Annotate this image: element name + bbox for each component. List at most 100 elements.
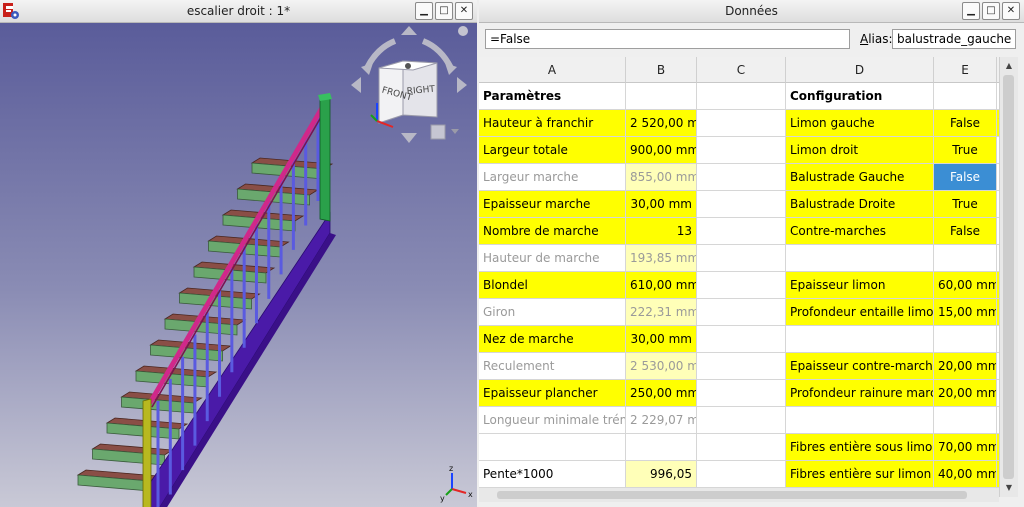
view-cube-icon[interactable] bbox=[430, 124, 446, 140]
maximize-button[interactable]: □ bbox=[982, 2, 1000, 20]
cell-b4[interactable]: 855,00 mm bbox=[626, 164, 697, 191]
cell-b15[interactable]: 996,05 bbox=[626, 461, 697, 488]
view-down-arrow-icon[interactable] bbox=[401, 133, 417, 143]
cell-a12[interactable]: Epaisseur plancher bbox=[479, 380, 626, 407]
cell-a11[interactable]: Reculement bbox=[479, 353, 626, 380]
minimize-button[interactable]: ▁ bbox=[962, 2, 980, 20]
cell-a6[interactable]: Nombre de marche bbox=[479, 218, 626, 245]
3d-viewport[interactable]: FRONT RIGHT z x y bbox=[0, 23, 477, 507]
cell-b1[interactable] bbox=[626, 83, 697, 110]
cell-c2[interactable] bbox=[697, 110, 786, 137]
bottom-newel-post[interactable] bbox=[142, 398, 152, 507]
cell-a10[interactable]: Nez de marche bbox=[479, 326, 626, 353]
view-menu-dot-icon[interactable] bbox=[458, 26, 468, 36]
cell-c10[interactable] bbox=[697, 326, 786, 353]
horizontal-scrollbar[interactable] bbox=[479, 488, 999, 502]
cell-c15[interactable] bbox=[697, 461, 786, 488]
cell-e4[interactable]: False bbox=[934, 164, 997, 191]
vertical-scrollbar[interactable]: ▲ ▼ bbox=[999, 57, 1018, 497]
cell-c1[interactable] bbox=[697, 83, 786, 110]
cell-d7[interactable] bbox=[786, 245, 934, 272]
cell-c13[interactable] bbox=[697, 407, 786, 434]
cell-d9[interactable]: Profondeur entaille limon bbox=[786, 299, 934, 326]
cell-c6[interactable] bbox=[697, 218, 786, 245]
cell-b12[interactable]: 250,00 mm bbox=[626, 380, 697, 407]
cell-d10[interactable] bbox=[786, 326, 934, 353]
cell-e7[interactable] bbox=[934, 245, 997, 272]
cell-b13[interactable]: 2 229,07 mm bbox=[626, 407, 697, 434]
cell-a3[interactable]: Largeur totale bbox=[479, 137, 626, 164]
cell-d3[interactable]: Limon droit bbox=[786, 137, 934, 164]
top-newel-post[interactable] bbox=[319, 96, 331, 222]
minimize-button[interactable]: ▁ bbox=[415, 2, 433, 20]
cell-d4[interactable]: Balustrade Gauche bbox=[786, 164, 934, 191]
cell-c14[interactable] bbox=[697, 434, 786, 461]
cell-c7[interactable] bbox=[697, 245, 786, 272]
cell-c9[interactable] bbox=[697, 299, 786, 326]
cell-a4[interactable]: Largeur marche bbox=[479, 164, 626, 191]
close-button[interactable]: ✕ bbox=[455, 2, 473, 20]
column-header-b[interactable]: B bbox=[626, 57, 697, 83]
cell-d15[interactable]: Fibres entière sur limon bbox=[786, 461, 934, 488]
navigation-cube[interactable]: FRONT RIGHT bbox=[345, 23, 475, 153]
cell-e12[interactable]: 20,00 mm bbox=[934, 380, 997, 407]
cell-d13[interactable] bbox=[786, 407, 934, 434]
cell-b3[interactable]: 900,00 mm bbox=[626, 137, 697, 164]
view-right-arrow-icon[interactable] bbox=[457, 77, 467, 93]
close-button[interactable]: ✕ bbox=[1002, 2, 1020, 20]
cell-b5[interactable]: 30,00 mm bbox=[626, 191, 697, 218]
cell-e10[interactable] bbox=[934, 326, 997, 353]
cell-c8[interactable] bbox=[697, 272, 786, 299]
cell-c11[interactable] bbox=[697, 353, 786, 380]
cell-e13[interactable] bbox=[934, 407, 997, 434]
cell-b7[interactable]: 193,85 mm bbox=[626, 245, 697, 272]
cell-d14[interactable]: Fibres entière sous limon bbox=[786, 434, 934, 461]
cell-e9[interactable]: 15,00 mm bbox=[934, 299, 997, 326]
spreadsheet-grid[interactable]: A B C D E Paramètres Configuration Hauteur… bbox=[479, 57, 999, 497]
cell-b11[interactable]: 2 530,00 mm bbox=[626, 353, 697, 380]
cell-e14[interactable]: 70,00 mm bbox=[934, 434, 997, 461]
cell-e15[interactable]: 40,00 mm bbox=[934, 461, 997, 488]
vertical-scroll-thumb[interactable] bbox=[1003, 75, 1014, 479]
cell-e5[interactable]: True bbox=[934, 191, 997, 218]
cell-a9[interactable]: Giron bbox=[479, 299, 626, 326]
cell-a7[interactable]: Hauteur de marche bbox=[479, 245, 626, 272]
horizontal-scroll-thumb[interactable] bbox=[497, 491, 967, 499]
view-up-arrow-icon[interactable] bbox=[401, 26, 417, 35]
cell-c5[interactable] bbox=[697, 191, 786, 218]
scroll-up-icon[interactable]: ▲ bbox=[1000, 59, 1018, 73]
cell-d11[interactable]: Epaisseur contre-marche bbox=[786, 353, 934, 380]
column-header-a[interactable]: A bbox=[479, 57, 626, 83]
cell-a14[interactable] bbox=[479, 434, 626, 461]
cell-a1[interactable]: Paramètres bbox=[479, 83, 626, 110]
cell-d6[interactable]: Contre-marches bbox=[786, 218, 934, 245]
cell-a5[interactable]: Epaisseur marche bbox=[479, 191, 626, 218]
cell-e8[interactable]: 60,00 mm bbox=[934, 272, 997, 299]
cell-c12[interactable] bbox=[697, 380, 786, 407]
cell-c4[interactable] bbox=[697, 164, 786, 191]
maximize-button[interactable]: □ bbox=[435, 2, 453, 20]
cell-d8[interactable]: Epaisseur limon bbox=[786, 272, 934, 299]
cell-e1[interactable] bbox=[934, 83, 997, 110]
cell-e2[interactable]: False bbox=[934, 110, 997, 137]
scroll-down-icon[interactable]: ▼ bbox=[1000, 481, 1018, 495]
view-left-arrow-icon[interactable] bbox=[351, 77, 361, 93]
cell-a15[interactable]: Pente*1000 bbox=[479, 461, 626, 488]
cell-d1[interactable]: Configuration bbox=[786, 83, 934, 110]
cell-e6[interactable]: False bbox=[934, 218, 997, 245]
cell-c3[interactable] bbox=[697, 137, 786, 164]
cell-content-input[interactable]: =False bbox=[485, 29, 850, 49]
cell-b2[interactable]: 2 520,00 mm bbox=[626, 110, 697, 137]
cell-d2[interactable]: Limon gauche bbox=[786, 110, 934, 137]
view-dropdown-arrow-icon[interactable] bbox=[451, 129, 459, 134]
column-header-c[interactable]: C bbox=[697, 57, 786, 83]
alias-input[interactable]: balustrade_gauche bbox=[892, 29, 1016, 49]
column-header-e[interactable]: E bbox=[934, 57, 997, 83]
cell-b9[interactable]: 222,31 mm bbox=[626, 299, 697, 326]
cell-d5[interactable]: Balustrade Droite bbox=[786, 191, 934, 218]
cell-d12[interactable]: Profondeur rainure marche bbox=[786, 380, 934, 407]
cell-e3[interactable]: True bbox=[934, 137, 997, 164]
cell-a13[interactable]: Longueur minimale trémie bbox=[479, 407, 626, 434]
column-header-d[interactable]: D bbox=[786, 57, 934, 83]
cell-a2[interactable]: Hauteur à franchir bbox=[479, 110, 626, 137]
